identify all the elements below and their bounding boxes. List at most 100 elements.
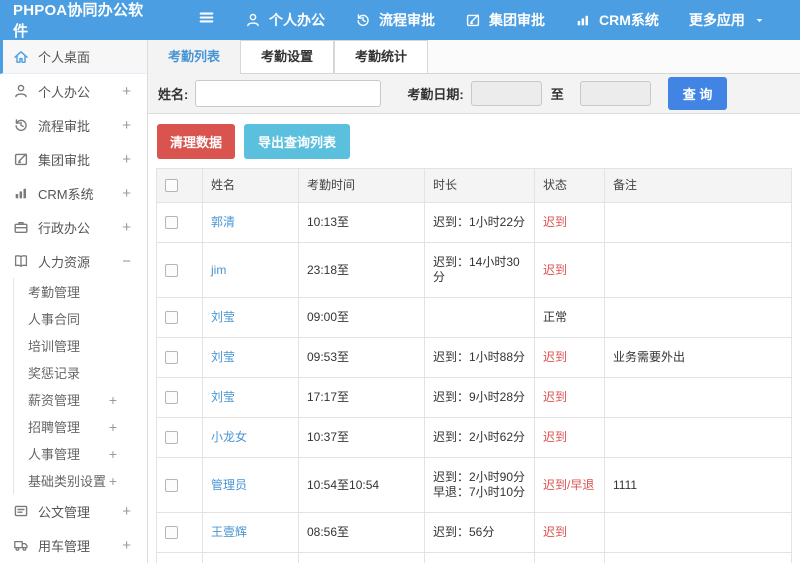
row-checkbox[interactable] <box>165 311 178 325</box>
table-row: 刘莹 09:00至 正常 <box>156 297 792 338</box>
nav-item-workflow-approval[interactable]: 流程审批 <box>355 10 435 30</box>
row-checkbox[interactable] <box>165 263 178 277</box>
sidebar-sub-item-recruit-mgmt[interactable]: 招聘管理 + <box>14 413 147 440</box>
employee-name-link[interactable]: 郭清 <box>211 215 235 229</box>
search-button[interactable]: 查 询 <box>667 77 728 110</box>
expand-plus-icon[interactable]: + <box>109 446 117 462</box>
expand-plus-icon[interactable]: + <box>109 473 117 489</box>
name-input[interactable] <box>195 80 382 107</box>
hamburger-icon <box>198 9 215 31</box>
sidebar-item-workflow-approval[interactable]: 流程审批 + <box>0 108 147 142</box>
row-checkbox[interactable] <box>165 431 178 445</box>
expand-plus-icon[interactable]: + <box>109 419 117 435</box>
employee-name-link[interactable]: 刘莹 <box>211 310 235 324</box>
sidebar-item-group-approval[interactable]: 集团审批 + <box>0 142 147 176</box>
date-to-input[interactable] <box>579 81 651 106</box>
clear-data-button[interactable]: 清理数据 <box>157 124 236 159</box>
nav-item-crm-system[interactable]: CRM系统 <box>575 10 659 30</box>
process-icon <box>13 117 29 133</box>
table-row: 郭清 10:13至 迟到：1小时22分 迟到 <box>156 202 792 243</box>
status-text: 迟到 <box>543 350 568 364</box>
sidebar-item-human-resources[interactable]: 人力资源 − <box>0 244 147 278</box>
row-checkbox[interactable] <box>165 391 178 405</box>
table-row: 王壹辉 08:56至 迟到：56分 迟到 <box>156 512 792 553</box>
attendance-table: 姓名 考勤时间 时长 状态 备注 郭清 10:13至 迟到：1小时22分 迟到 jim 2… <box>156 168 792 563</box>
nav-item-group-approval[interactable]: 集团审批 <box>465 10 545 30</box>
note-cell <box>604 297 792 338</box>
employee-name-link[interactable]: 管理员 <box>211 478 247 492</box>
edit-icon <box>13 151 29 167</box>
app-logo: PHPOA协同办公软件 <box>13 2 144 40</box>
nav-item-more-apps[interactable]: 更多应用 <box>689 10 765 30</box>
tab-attendance-stats[interactable]: 考勤统计 <box>334 40 429 74</box>
table-row: 刘莹 09:53至 迟到：1小时88分 迟到 业务需要外出 <box>156 337 792 378</box>
sidebar-sub-item-label: 人事合同 <box>28 312 81 327</box>
duration-cell: 迟到：1小时22分 <box>424 202 535 243</box>
select-all-checkbox[interactable] <box>165 179 178 193</box>
row-checkbox[interactable] <box>165 526 178 540</box>
sidebar-item-label: 行政办公 <box>38 220 91 236</box>
employee-name-link[interactable]: jim <box>211 263 226 277</box>
sidebar-sub-item-label: 考勤管理 <box>28 285 81 300</box>
collapse-minus-icon[interactable]: − <box>122 253 131 270</box>
row-checkbox[interactable] <box>165 216 178 230</box>
tab-attendance-setup[interactable]: 考勤设置 <box>240 40 335 74</box>
expand-plus-icon[interactable]: + <box>122 537 131 554</box>
row-checkbox[interactable] <box>165 478 178 492</box>
employee-name-link[interactable]: 刘莹 <box>211 390 235 404</box>
sidebar-item-label: 个人桌面 <box>38 50 91 65</box>
sidebar-sub-item-label: 培训管理 <box>28 339 81 354</box>
attendance-time-cell: 23:18至 <box>298 242 425 298</box>
employee-name-link[interactable]: 王壹辉 <box>211 525 247 539</box>
duration-cell <box>424 297 535 338</box>
nav-item-label: CRM系统 <box>599 12 659 28</box>
person-icon <box>13 83 29 99</box>
sidebar-toggle-button[interactable] <box>198 9 215 31</box>
expand-plus-icon[interactable]: + <box>109 392 117 408</box>
expand-plus-icon[interactable]: + <box>122 503 131 520</box>
sidebar-item-crm-system[interactable]: CRM系统 + <box>0 176 147 210</box>
sidebar-item-doc-mgmt[interactable]: 公文管理 + <box>0 494 147 528</box>
content-area: 清理数据 导出查询列表 姓名 考勤时间 时长 状态 备注 郭清 10:13至 迟… <box>148 114 800 563</box>
sidebar-item-admin-office[interactable]: 行政办公 + <box>0 210 147 244</box>
expand-plus-icon[interactable]: + <box>122 151 131 168</box>
action-buttons: 清理数据 导出查询列表 <box>157 124 792 159</box>
expand-plus-icon[interactable]: + <box>122 219 131 236</box>
expand-plus-icon[interactable]: + <box>122 117 131 134</box>
date-from-input[interactable] <box>470 81 542 106</box>
edit-icon <box>465 12 481 28</box>
sidebar-item-label: 个人办公 <box>38 84 91 100</box>
expand-plus-icon[interactable]: + <box>122 185 131 202</box>
expand-plus-icon[interactable]: + <box>122 83 131 100</box>
row-checkbox[interactable] <box>165 351 178 365</box>
col-header-time: 考勤时间 <box>298 168 425 203</box>
sidebar-sub-item-reward-punish[interactable]: 奖惩记录 <box>14 359 147 386</box>
export-list-button[interactable]: 导出查询列表 <box>244 124 351 159</box>
status-text: 正常 <box>543 310 568 324</box>
tab-bar: 考勤列表 考勤设置 考勤统计 <box>148 40 800 74</box>
sidebar-sub-item-label: 基础类别设置 <box>28 474 107 489</box>
sidebar-item-vehicle-mgmt[interactable]: 用车管理 + <box>0 528 147 562</box>
employee-name-link[interactable]: 刘莹 <box>211 350 235 364</box>
table-row: 黄蓉13:20至13:20迟到：5小时33分 早退：4小时67分迟到/早退 <box>156 552 792 563</box>
status-text: 迟到 <box>543 215 568 229</box>
status-text: 迟到 <box>543 390 568 404</box>
sidebar-sub-item-base-category[interactable]: 基础类别设置 + <box>14 467 147 494</box>
note-cell: 1111 <box>604 457 792 513</box>
table-row: 刘莹 17:17至 迟到：9小时28分 迟到 <box>156 377 792 418</box>
attendance-time-cell: 17:17至 <box>298 377 425 418</box>
note-cell <box>604 377 792 418</box>
tab-attendance-list[interactable]: 考勤列表 <box>148 40 241 74</box>
col-header-status: 状态 <box>534 168 605 203</box>
nav-item-personal-office[interactable]: 个人办公 <box>245 10 325 30</box>
sidebar-sub-item-personnel-mgmt[interactable]: 人事管理 + <box>14 440 147 467</box>
note-cell <box>604 417 792 458</box>
employee-name-link[interactable]: 小龙女 <box>211 430 247 444</box>
sidebar-sub-item-hr-contract[interactable]: 人事合同 <box>14 305 147 332</box>
sidebar-item-desktop[interactable]: 个人桌面 <box>0 40 147 74</box>
sidebar-sub-item-training-mgmt[interactable]: 培训管理 <box>14 332 147 359</box>
sidebar-sub-item-salary-mgmt[interactable]: 薪资管理 + <box>14 386 147 413</box>
sidebar-item-personal-office[interactable]: 个人办公 + <box>0 74 147 108</box>
sidebar-sub-item-attendance-mgmt[interactable]: 考勤管理 <box>14 278 147 305</box>
table-row: 管理员 10:54至10:54 迟到：2小时90分 早退：7小时10分 迟到/早退 11… <box>156 457 792 513</box>
